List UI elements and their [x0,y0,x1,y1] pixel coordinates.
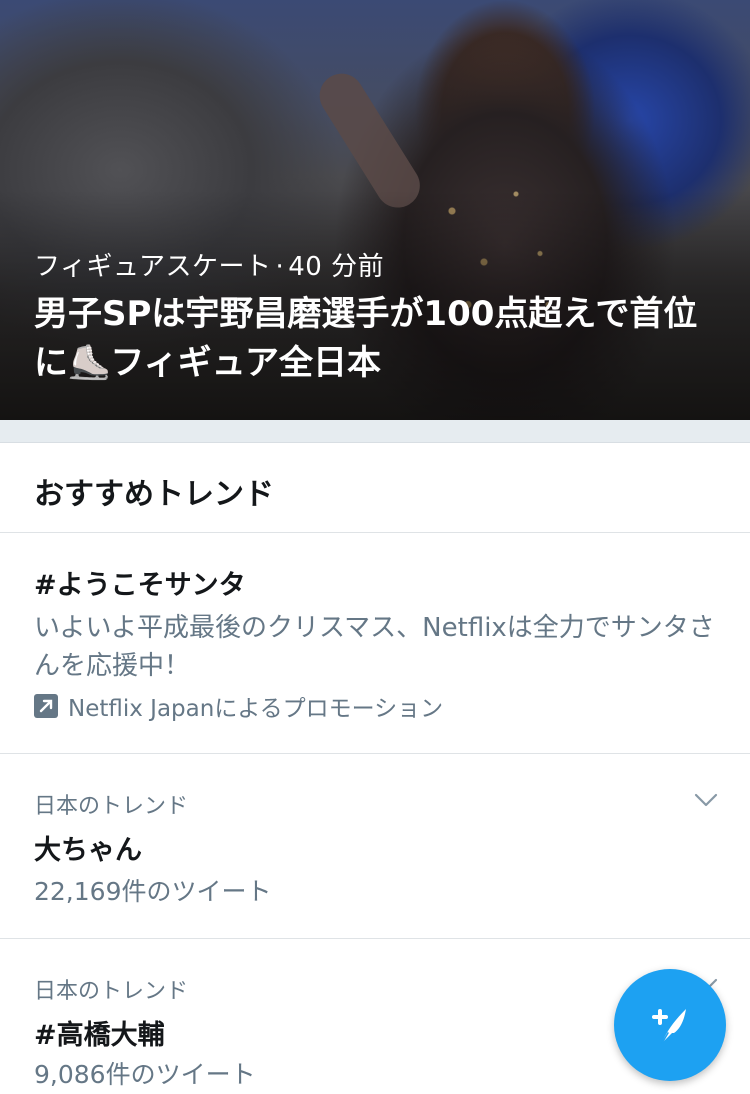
promoted-by-label: Netflix Japanによるプロモーション [68,696,444,722]
trend-context: 日本のトレンド [34,979,189,1004]
section-title: おすすめトレンド [34,477,274,512]
compose-tweet-button[interactable] [614,969,726,1081]
trend-item[interactable]: 日本のトレンド 大ちゃん 22,169件のツイート [0,754,750,939]
trend-context: 日本のトレンド [34,794,189,819]
explore-screen: フィギュアスケート · 40 分前 男子SPは宇野昌磨選手が100点超えで首位に⛸️… [0,0,750,1094]
promoted-trend-description: いよいよ平成最後のクリスマス、Netflixは全力でサンタさんを応援中！ [34,613,715,681]
trend-tweet-count: 22,169件のツイート [34,877,272,906]
hero-title-part2: フィギュア全日本 [110,343,381,383]
promoted-trend-name: #ようこそサンタ [34,570,246,601]
promoted-arrow-icon [34,694,58,718]
promoted-by: Netflix Japanによるプロモーション [34,689,443,723]
hero-news-card[interactable]: フィギュアスケート · 40 分前 男子SPは宇野昌磨選手が100点超えで首位に⛸️… [0,0,750,420]
trend-name: #高橋大輔 [34,1020,165,1051]
trend-tweet-count: 9,086件のツイート [34,1060,256,1089]
hero-time: 40 分前 [288,252,385,282]
hero-separator: · [275,252,285,282]
trends-section-header: おすすめトレンド [0,443,750,533]
section-divider [0,420,750,443]
hero-meta: フィギュアスケート · 40 分前 [34,246,384,283]
compose-feather-icon [652,1009,686,1044]
ice-skate-emoji: ⛸️ [68,343,111,383]
hero-title: 男子SPは宇野昌磨選手が100点超えで首位に⛸️フィギュア全日本 [34,290,724,388]
promoted-trend[interactable]: #ようこそサンタ いよいよ平成最後のクリスマス、Netflixは全力でサンタさん… [0,533,750,754]
chevron-down-icon[interactable] [694,792,718,808]
trend-name: 大ちゃん [34,835,142,866]
hero-category: フィギュアスケート [34,252,272,282]
